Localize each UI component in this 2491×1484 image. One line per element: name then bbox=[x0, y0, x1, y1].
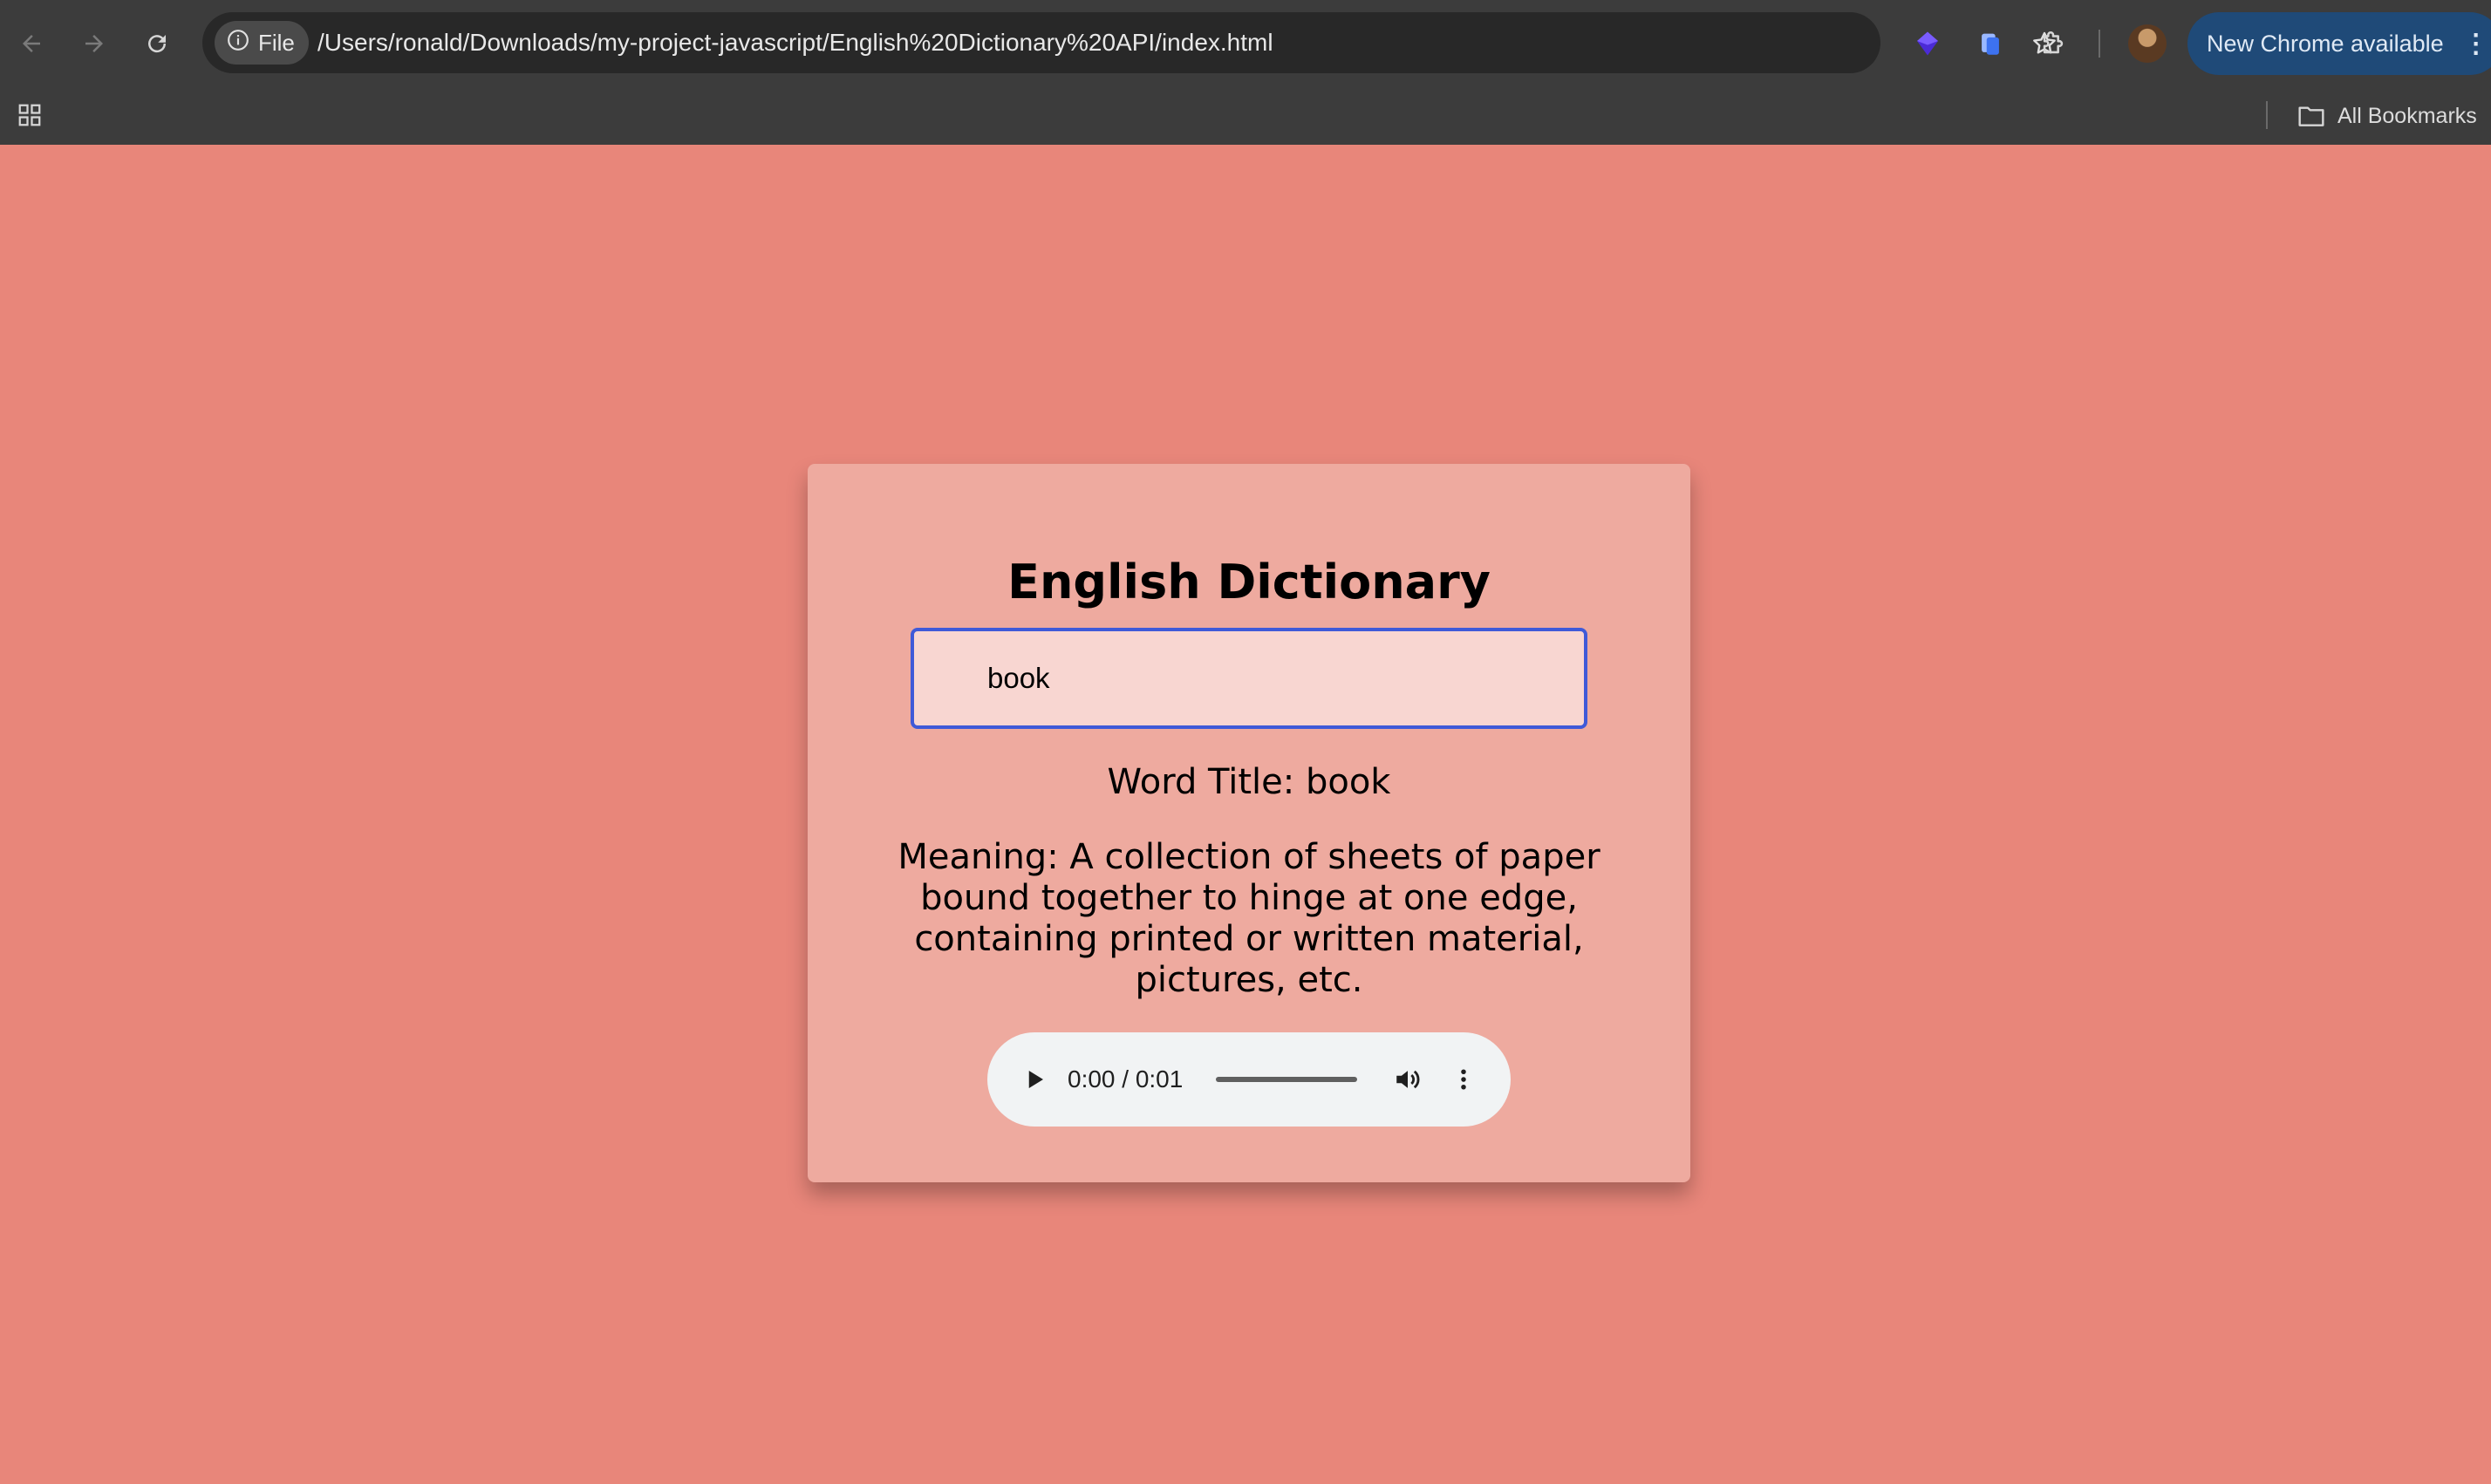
more-vert-icon: ⋮ bbox=[2462, 29, 2489, 58]
browser-toolbar: File /Users/ronald/Downloads/my-project-… bbox=[0, 0, 2491, 87]
back-icon bbox=[23, 35, 40, 52]
site-chip-label: File bbox=[258, 29, 295, 56]
apps-icon bbox=[18, 104, 41, 126]
reload-icon bbox=[148, 35, 167, 53]
extension-button-1[interactable] bbox=[1907, 23, 1948, 65]
all-bookmarks-button[interactable]: All Bookmarks bbox=[2297, 87, 2477, 145]
url-text[interactable]: /Users/ronald/Downloads/my-project-javas… bbox=[317, 12, 1273, 73]
audio-options-button[interactable] bbox=[1444, 1060, 1483, 1099]
address-bar[interactable]: File /Users/ronald/Downloads/my-project-… bbox=[202, 12, 2056, 73]
profile-avatar[interactable] bbox=[2128, 24, 2167, 63]
volume-button[interactable] bbox=[1389, 1060, 1427, 1099]
extension-button-2[interactable] bbox=[1969, 23, 2011, 65]
audio-player[interactable]: 0:00 / 0:01 bbox=[987, 1032, 1511, 1127]
word-meaning: Meaning: A collection of sheets of paper… bbox=[897, 837, 1600, 1000]
extension-purple-icon bbox=[1917, 31, 1938, 56]
bookmarks-divider bbox=[2266, 101, 2268, 129]
extension-clipboard-icon bbox=[1982, 33, 1999, 55]
forward-icon bbox=[85, 35, 103, 52]
dictionary-card: English Dictionary Word Title: book Mean… bbox=[808, 464, 1690, 1182]
audio-progress-slider[interactable] bbox=[1216, 1077, 1357, 1082]
new-chrome-available-button[interactable]: New Chrome available ⋮ bbox=[2187, 12, 2491, 75]
update-button-label: New Chrome available bbox=[2207, 30, 2444, 57]
more-vert-icon bbox=[1461, 1069, 1466, 1090]
site-info-chip[interactable]: File bbox=[215, 21, 309, 65]
play-button[interactable] bbox=[1017, 1062, 1052, 1097]
volume-icon bbox=[1396, 1070, 1420, 1089]
all-bookmarks-label: All Bookmarks bbox=[2337, 103, 2477, 128]
toolbar-divider bbox=[2099, 30, 2100, 58]
info-icon bbox=[227, 29, 249, 58]
play-icon bbox=[1028, 1071, 1043, 1088]
puzzle-icon bbox=[2043, 31, 2064, 54]
reload-button[interactable] bbox=[136, 23, 178, 65]
word-title: Word Title: book bbox=[1107, 762, 1391, 802]
page-viewport: English Dictionary Word Title: book Mean… bbox=[0, 145, 2491, 1484]
forward-button[interactable] bbox=[73, 23, 115, 65]
bookmarks-bar: All Bookmarks bbox=[0, 87, 2491, 145]
back-button[interactable] bbox=[10, 23, 52, 65]
extensions-button[interactable] bbox=[2032, 23, 2074, 65]
word-search-input[interactable] bbox=[911, 628, 1587, 729]
app-title: English Dictionary bbox=[1007, 555, 1491, 609]
folder-icon bbox=[2297, 104, 2325, 128]
apps-button[interactable] bbox=[12, 98, 47, 133]
audio-time: 0:00 / 0:01 bbox=[1068, 1065, 1184, 1093]
